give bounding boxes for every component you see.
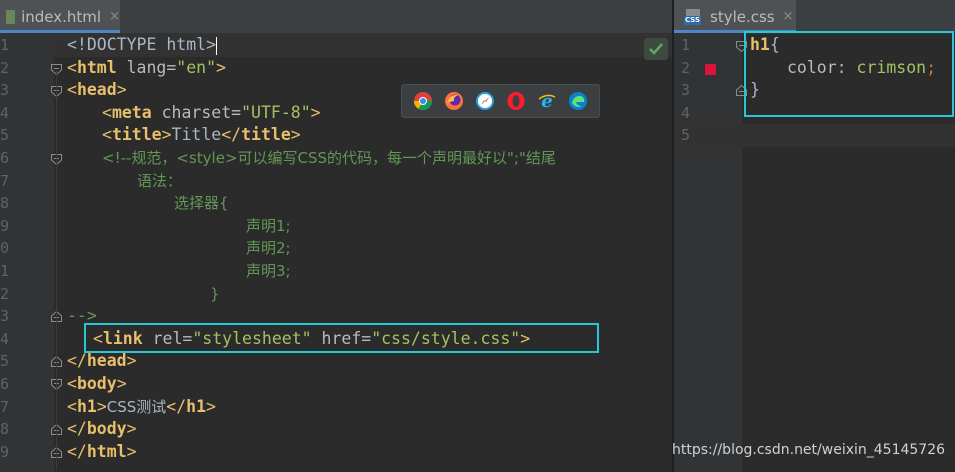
code-line-2[interactable]: <html lang="en"> — [67, 57, 226, 80]
tab-index-html[interactable]: index.html × — [0, 0, 120, 33]
indent-guide — [56, 70, 57, 470]
current-line-highlight — [674, 124, 955, 147]
line-number: 5 — [0, 126, 10, 145]
line-number: 1 — [0, 262, 10, 280]
line-number: 5 — [0, 352, 10, 371]
css-file-icon: CSS — [684, 8, 704, 25]
watermark-url: https://blog.csdn.net/weixin_45145726 — [672, 442, 946, 458]
code-line-18[interactable]: </body> — [67, 418, 137, 441]
line-number: 4 — [0, 329, 10, 348]
line-number: 8 — [0, 194, 10, 213]
css-editor-pane[interactable]: CSS style.css × 12345 h1{ color: crimson… — [674, 0, 955, 472]
text-caret — [216, 36, 218, 55]
code-line-5[interactable]: <title>Title</title> — [102, 124, 301, 147]
chrome-icon[interactable] — [413, 91, 433, 111]
line-number: 4 — [681, 103, 691, 122]
check-icon — [649, 43, 663, 55]
close-icon[interactable]: × — [783, 9, 794, 24]
tab-label: index.html — [21, 7, 102, 26]
html-file-icon — [6, 9, 16, 24]
css-file-badge: CSS — [684, 15, 702, 25]
code-line-12[interactable]: } — [210, 283, 220, 306]
code-line-7[interactable]: 语法： — [137, 170, 182, 193]
line-number: 9 — [0, 216, 10, 235]
line-number: 0 — [0, 239, 10, 258]
link-tag-highlight-box — [84, 323, 599, 353]
tab-label: style.css — [710, 7, 775, 26]
line-number: 7 — [0, 171, 10, 190]
line-number: 3 — [0, 307, 10, 326]
ie-icon[interactable]: e — [537, 91, 557, 111]
html-editor-pane[interactable]: index.html × 1 2 3 4 5 6 7 8 9 0 1 2 3 4 5 6 7 8 9 <!DOCTY… — [0, 0, 672, 472]
code-line-10[interactable]: 声明2; — [246, 237, 291, 260]
html-tab-bar: index.html × — [0, 0, 672, 34]
close-icon[interactable]: × — [109, 9, 120, 24]
line-number: 7 — [0, 397, 10, 416]
line-number: 4 — [0, 103, 10, 122]
code-line-19[interactable]: </html> — [67, 441, 137, 464]
inspection-ok-badge[interactable] — [644, 38, 668, 60]
line-number: 2 — [681, 58, 691, 77]
code-line-4[interactable]: <meta charset="UTF-8"> — [102, 102, 321, 125]
svg-text:e: e — [541, 91, 552, 111]
line-number: 6 — [0, 149, 10, 167]
browser-preview-bar: e — [401, 84, 600, 118]
line-number: 8 — [0, 420, 10, 439]
code-line-15[interactable]: </head> — [67, 350, 137, 373]
code-line-17[interactable]: <h1>CSS测试</h1> — [67, 396, 216, 419]
line-number: 1 — [681, 36, 691, 54]
css-rule-highlight-box — [744, 31, 954, 117]
safari-icon[interactable] — [475, 91, 495, 111]
code-line-3[interactable]: <head> — [67, 79, 127, 102]
line-number: 2 — [0, 284, 10, 303]
opera-icon[interactable] — [506, 91, 526, 111]
active-tab-indicator — [0, 30, 120, 33]
color-swatch-crimson[interactable] — [705, 64, 716, 75]
line-number: 3 — [681, 81, 691, 100]
code-line-9[interactable]: 声明1; — [246, 215, 291, 238]
code-line-16[interactable]: <body> — [67, 373, 127, 396]
line-number: 1 — [0, 36, 10, 54]
line-number: 3 — [0, 81, 10, 100]
css-tab-bar: CSS style.css × — [674, 0, 955, 34]
line-number: 9 — [0, 442, 10, 461]
code-line-1[interactable]: <!DOCTYPE html> — [67, 34, 218, 57]
line-number: 6 — [0, 375, 10, 393]
firefox-icon[interactable] — [444, 91, 464, 111]
line-number: 5 — [681, 126, 691, 145]
code-line-8[interactable]: 选择器{ — [174, 192, 229, 215]
code-line-11[interactable]: 声明3; — [246, 260, 291, 283]
code-line-6[interactable]: <!--规范，<style>可以编写CSS的代码，每一个声明最好以";"结尾 — [102, 147, 556, 170]
edge-icon[interactable] — [568, 91, 588, 111]
line-number: 2 — [0, 58, 10, 77]
tab-style-css[interactable]: CSS style.css × — [674, 0, 796, 33]
